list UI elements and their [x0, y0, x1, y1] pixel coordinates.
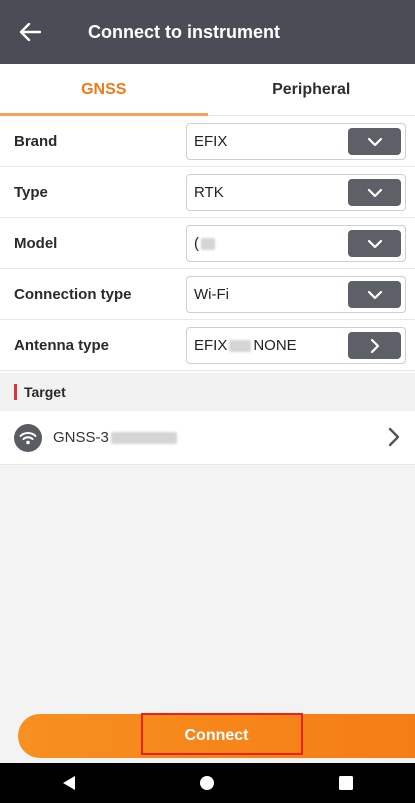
chevron-down-icon	[367, 137, 382, 146]
circle-home-icon	[200, 776, 215, 790]
section-marker	[14, 384, 17, 400]
target-section-header: Target	[0, 373, 415, 411]
antenna-type-value-prefix: EFIX	[194, 337, 228, 354]
type-label: Type	[14, 183, 48, 201]
antenna-type-select[interactable]: EFIX NONE	[186, 327, 406, 364]
connection-type-label: Connection type	[14, 285, 132, 303]
triangle-back-icon	[63, 776, 76, 790]
antenna-type-row: Antenna type EFIX NONE	[0, 320, 415, 371]
type-row: Type RTK	[0, 167, 415, 218]
connect-bar: Connect	[0, 710, 415, 763]
target-section-title: Target	[24, 384, 66, 400]
antenna-type-label: Antenna type	[14, 336, 110, 354]
app-header: Connect to instrument	[0, 0, 415, 64]
model-dropdown-button[interactable]	[348, 230, 401, 257]
device-name-redacted	[110, 431, 177, 444]
brand-value: EFIX	[194, 133, 228, 150]
chevron-right-icon	[370, 338, 379, 353]
chevron-down-icon	[367, 290, 382, 299]
device-list-empty-area	[0, 465, 415, 710]
instrument-form: Brand EFIX Type RTK Model (Connection t…	[0, 116, 415, 371]
type-select[interactable]: RTK	[186, 174, 406, 211]
chevron-down-icon	[367, 239, 382, 248]
back-button[interactable]	[0, 0, 60, 64]
target-device-item[interactable]: GNSS-3	[0, 411, 415, 465]
chevron-down-icon	[367, 188, 382, 197]
tab-bar: GNSS Peripheral	[0, 64, 415, 116]
connection-type-value: Wi-Fi	[194, 286, 229, 303]
system-nav-bar	[0, 763, 415, 803]
tab-gnss[interactable]: GNSS	[0, 64, 208, 116]
device-name: GNSS-3	[53, 429, 109, 446]
arrow-left-icon	[19, 23, 41, 41]
model-row: Model (	[0, 218, 415, 269]
connection-type-row: Connection type Wi-Fi	[0, 269, 415, 320]
antenna-type-value-suffix: NONE	[253, 337, 297, 354]
tab-peripheral[interactable]: Peripheral	[208, 64, 415, 115]
brand-dropdown-button[interactable]	[348, 128, 401, 155]
connection-type-dropdown-button[interactable]	[348, 281, 401, 308]
model-redacted	[201, 237, 215, 250]
brand-row: Brand EFIX	[0, 116, 415, 167]
brand-label: Brand	[14, 132, 58, 150]
square-recents-icon	[338, 776, 353, 790]
type-value: RTK	[194, 184, 224, 201]
nav-home-button[interactable]	[187, 763, 227, 803]
connect-label: Connect	[184, 727, 249, 744]
wifi-icon	[14, 423, 42, 452]
nav-back-button[interactable]	[49, 763, 89, 803]
page-title: Connect to instrument	[88, 21, 280, 42]
antenna-type-open-button[interactable]	[348, 332, 401, 359]
model-value: (	[194, 235, 199, 252]
connection-type-select[interactable]: Wi-Fi	[186, 276, 406, 313]
type-dropdown-button[interactable]	[348, 179, 401, 206]
antenna-type-redacted	[229, 339, 252, 352]
model-label: Model	[14, 234, 58, 252]
brand-select[interactable]: EFIX	[186, 123, 406, 160]
nav-recents-button[interactable]	[326, 763, 366, 803]
connect-button[interactable]: Connect	[18, 714, 415, 758]
model-select[interactable]: (	[186, 225, 406, 262]
chevron-right-icon	[388, 427, 400, 447]
